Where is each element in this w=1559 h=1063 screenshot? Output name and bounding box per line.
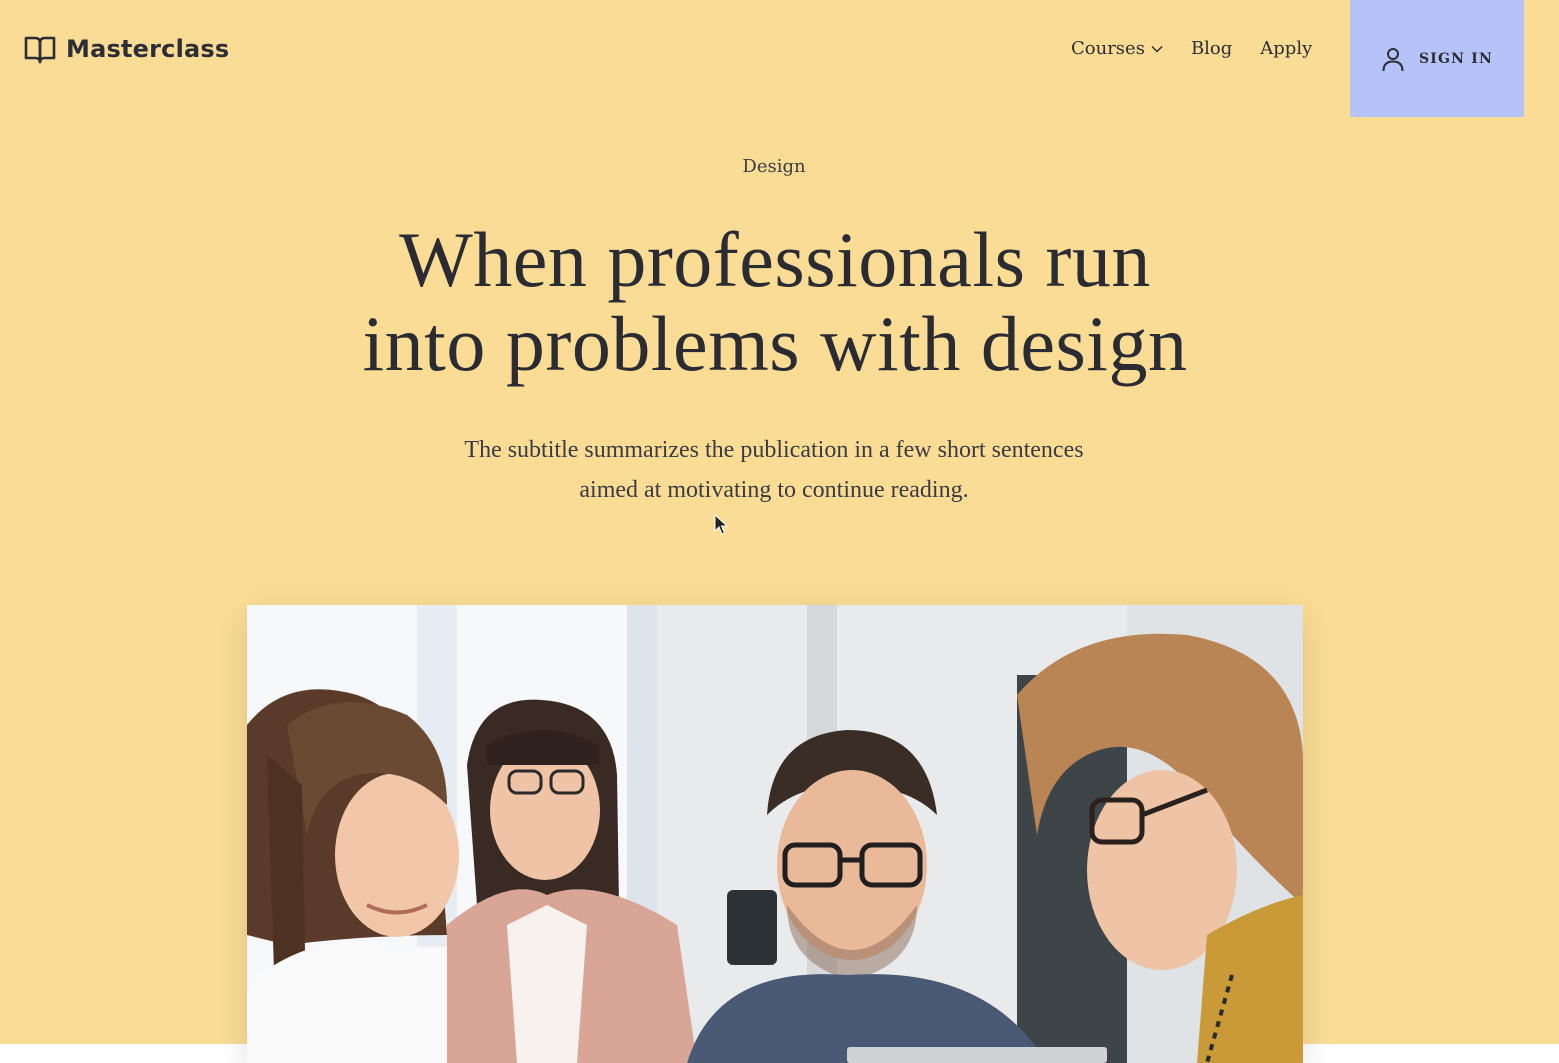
page-subtitle: The subtitle summarizes the publication … <box>410 430 1138 510</box>
category-label[interactable]: Design <box>0 156 1548 177</box>
subtitle-line-1: The subtitle summarizes the publication … <box>464 437 1084 463</box>
page: Masterclass Courses Blog Apply SIGN IN D… <box>0 0 1559 1063</box>
user-icon <box>1381 46 1405 72</box>
logo-text: Masterclass <box>66 35 230 63</box>
sign-in-button[interactable]: SIGN IN <box>1350 0 1524 117</box>
nav-blog[interactable]: Blog <box>1191 38 1232 59</box>
hero-image <box>247 605 1303 1063</box>
mouse-cursor-icon <box>714 513 729 540</box>
subtitle-line-2: aimed at motivating to continue reading. <box>579 477 969 503</box>
page-title: When professionals run into problems wit… <box>290 218 1260 386</box>
title-line-2: into problems with design <box>362 300 1188 387</box>
logo-link[interactable]: Masterclass <box>24 34 229 64</box>
main-nav: Courses Blog Apply <box>1071 38 1312 59</box>
nav-courses[interactable]: Courses <box>1071 38 1163 59</box>
title-line-1: When professionals run <box>399 216 1151 303</box>
nav-apply[interactable]: Apply <box>1260 38 1312 59</box>
open-book-icon <box>24 34 56 64</box>
chevron-down-icon <box>1151 45 1163 53</box>
nav-courses-label: Courses <box>1071 38 1145 59</box>
sign-in-label: SIGN IN <box>1418 50 1494 67</box>
